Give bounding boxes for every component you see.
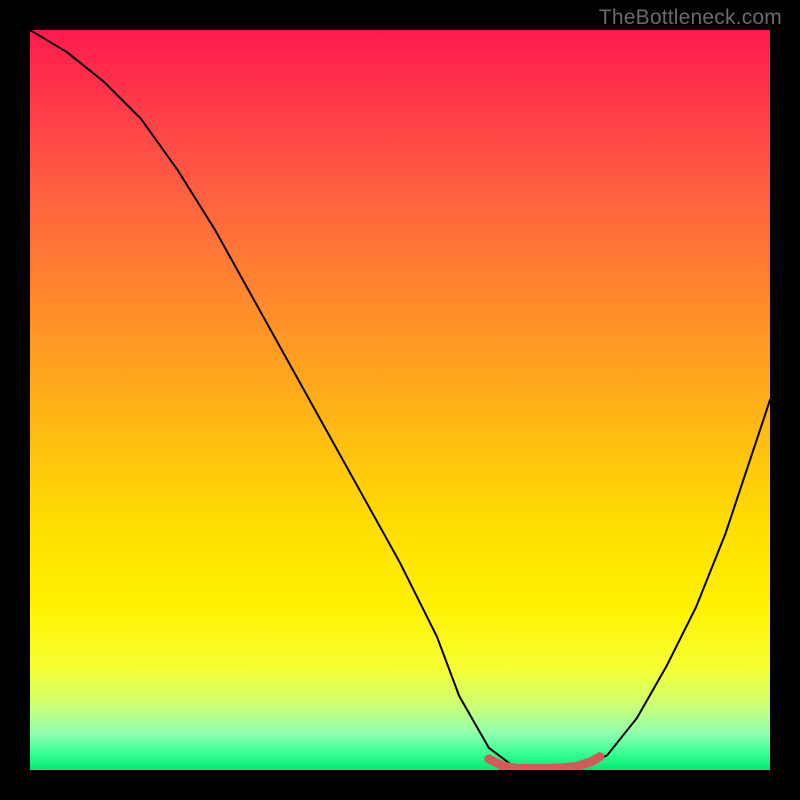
chart-frame: TheBottleneck.com bbox=[0, 0, 800, 800]
series-bottom-segment bbox=[489, 757, 600, 769]
series-curve bbox=[30, 30, 770, 770]
chart-overlay bbox=[30, 30, 770, 770]
watermark-text: TheBottleneck.com bbox=[599, 6, 782, 30]
